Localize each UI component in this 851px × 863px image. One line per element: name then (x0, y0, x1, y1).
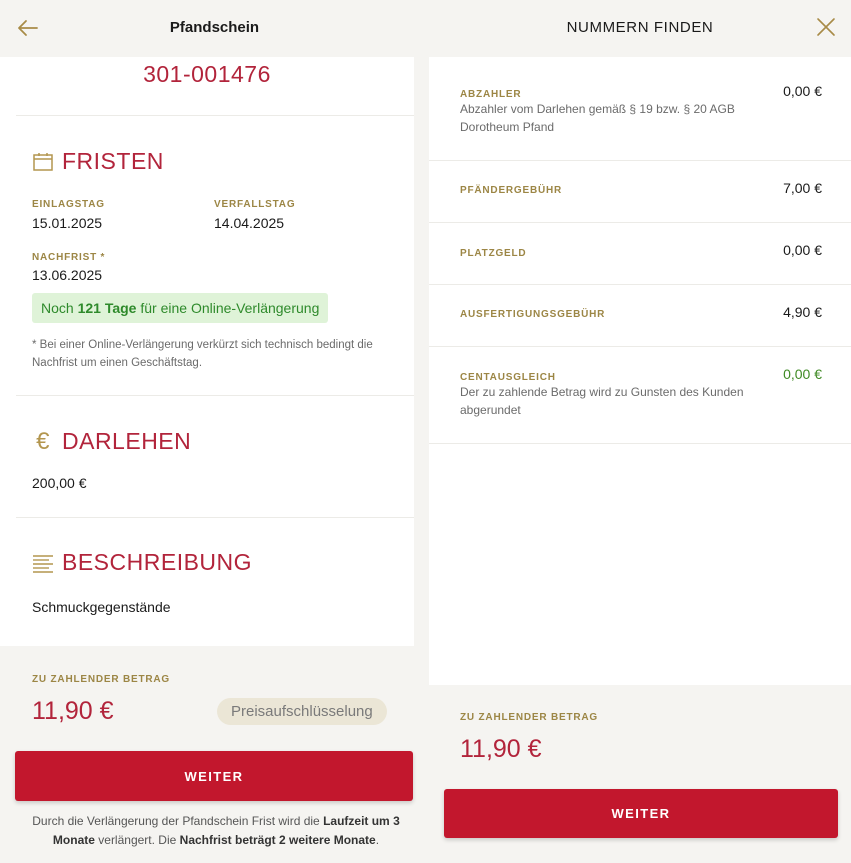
weiter-button[interactable]: WEITER (15, 751, 413, 801)
nachfrist-label: NACHFRIST * (32, 252, 106, 263)
darlehen-value: 200,00 € (32, 475, 87, 491)
item-description: Der zu zahlende Betrag wird zu Gunsten d… (460, 385, 744, 417)
list-item: AUSFERTIGUNGSGEBÜHR 4,90 € (429, 285, 851, 347)
item-amount: 4,90 € (783, 304, 822, 320)
list-item: PLATZGELD 0,00 € (429, 223, 851, 285)
divider (16, 395, 414, 396)
item-amount: 0,00 € (783, 366, 822, 382)
pfandschein-number: 301-001476 (143, 61, 271, 87)
pfandschein-header: Pfandschein (0, 0, 429, 57)
list-item: ABZAHLER Abzahler vom Darlehen gemäß § 1… (429, 57, 851, 161)
calendar-icon (32, 151, 54, 173)
divider (16, 115, 414, 116)
fristen-section-title: FRISTEN (32, 148, 164, 175)
price-breakdown-list: ABZAHLER Abzahler vom Darlehen gemäß § 1… (429, 57, 851, 685)
pfandschein-panel: Pfandschein 301-001476 FRISTEN EINLAGSTA… (0, 0, 429, 863)
beschreibung-section-title: BESCHREIBUNG (32, 549, 252, 576)
item-label: ABZAHLER (460, 89, 522, 100)
list-item: PFÄNDERGEBÜHR 7,00 € (429, 161, 851, 223)
page-title: Pfandschein (169, 19, 260, 36)
item-label: AUSFERTIGUNGSGEBÜHR (460, 309, 606, 320)
beschreibung-title-text: BESCHREIBUNG (62, 549, 253, 575)
list-item: CENTAUSGLEICH Der zu zahlende Betrag wir… (429, 347, 851, 444)
online-extension-badge: Noch 121 Tage für eine Online-Verlängeru… (32, 293, 329, 323)
item-label: PLATZGELD (460, 248, 527, 259)
euro-icon: € (36, 427, 50, 455)
einlagstag-label: EINLAGSTAG (32, 199, 105, 210)
payment-amount: 11,90 € (460, 735, 542, 763)
badge-days: 121 Tage (77, 300, 137, 316)
footer-text-part: verlängert. Die (98, 833, 177, 847)
extension-info-text: Durch die Verlängerung der Pfandschein F… (20, 812, 412, 850)
payment-label: ZU ZAHLENDER BETRAG (460, 712, 598, 723)
item-label: PFÄNDERGEBÜHR (460, 185, 563, 196)
footer-text-part: Durch die Verlängerung der Pfandschein F… (32, 814, 320, 828)
einlagstag-value: 15.01.2025 (32, 215, 103, 231)
badge-prefix: Noch (41, 300, 74, 316)
divider (16, 517, 414, 518)
price-breakdown-button[interactable]: Preisaufschlüsselung (217, 698, 387, 725)
footer-text-bold: Nachfrist beträgt 2 weitere Monate (179, 833, 376, 847)
item-amount: 0,00 € (783, 83, 822, 99)
close-icon[interactable] (815, 16, 837, 38)
item-description: Abzahler vom Darlehen gemäß § 19 bzw. § … (460, 102, 735, 134)
darlehen-title-text: DARLEHEN (62, 428, 192, 454)
divider (429, 443, 851, 444)
nummern-finden-panel: NUMMERN FINDEN ABZAHLER Abzahler vom Dar… (429, 0, 851, 863)
beschreibung-value: Schmuckgegenstände (32, 599, 171, 615)
page-title: NUMMERN FINDEN (566, 19, 714, 36)
nachfrist-value: 13.06.2025 (32, 267, 103, 283)
payment-label: ZU ZAHLENDER BETRAG (32, 674, 170, 685)
badge-suffix: für eine Online-Verlängerung (140, 300, 320, 316)
nachfrist-note: * Bei einer Online-Verlängerung verkürzt… (32, 339, 373, 369)
weiter-button[interactable]: WEITER (444, 789, 838, 838)
fristen-title-text: FRISTEN (62, 148, 164, 174)
footer-text-part: . (375, 833, 380, 847)
nummern-header: NUMMERN FINDEN (429, 0, 851, 57)
pfandschein-card: 301-001476 FRISTEN EINLAGSTAG 15.01.2025… (0, 57, 414, 646)
item-label: CENTAUSGLEICH (460, 372, 556, 383)
darlehen-section-title: € DARLEHEN (32, 428, 191, 455)
item-amount: 0,00 € (783, 242, 822, 258)
payment-amount: 11,90 € (32, 697, 114, 725)
lines-icon (32, 552, 54, 574)
item-amount: 7,00 € (783, 180, 822, 196)
verfallstag-label: VERFALLSTAG (214, 199, 296, 210)
verfallstag-value: 14.04.2025 (214, 215, 285, 231)
